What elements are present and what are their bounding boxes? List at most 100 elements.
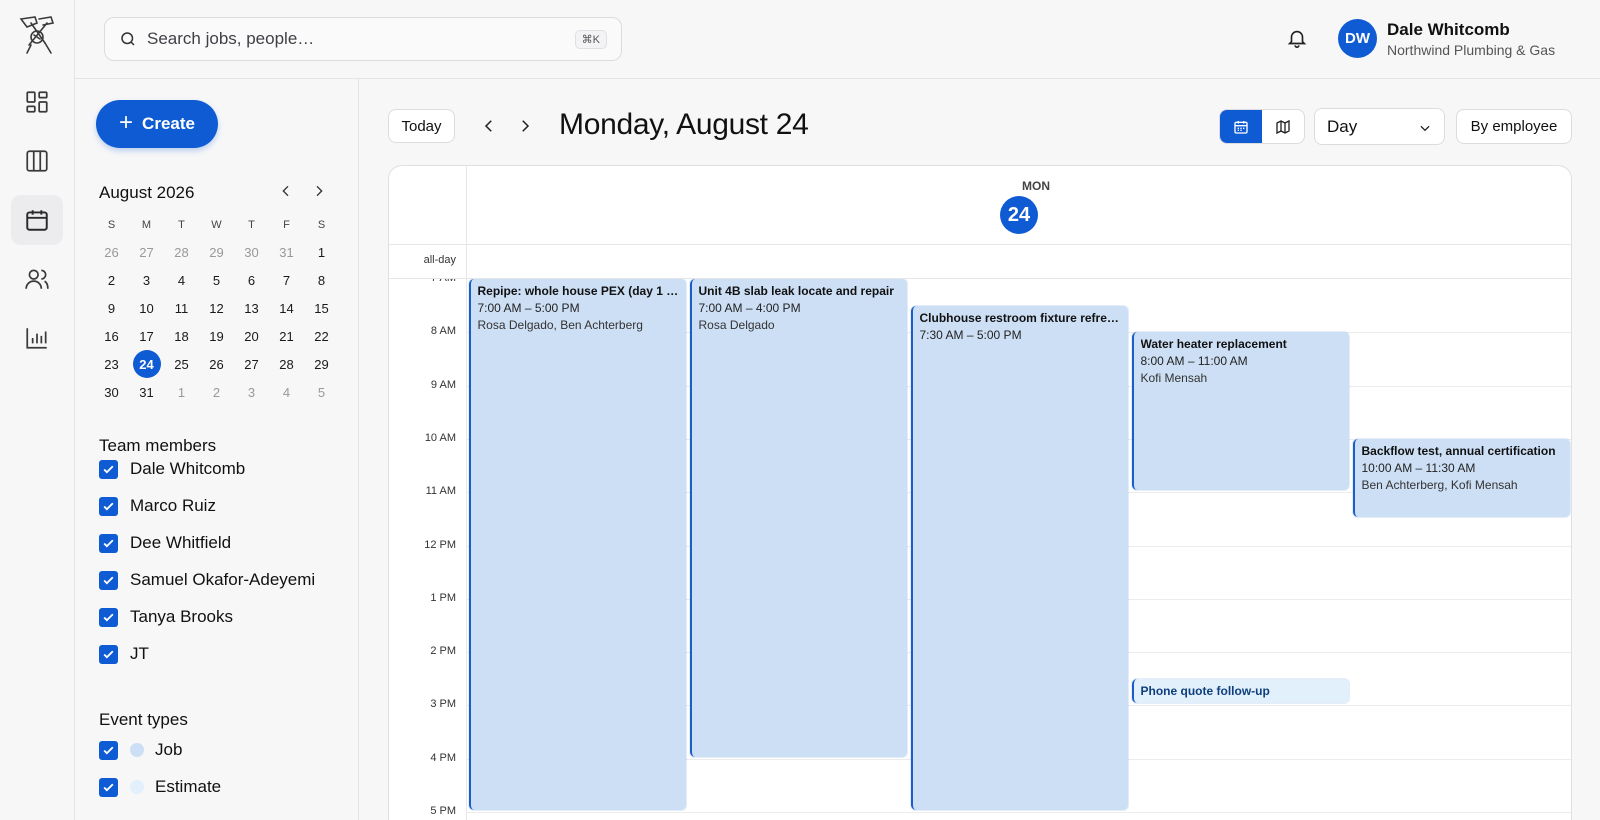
mini-calendar-day[interactable]: 4	[269, 378, 304, 406]
mini-calendar-day[interactable]: 3	[234, 378, 269, 406]
checkbox[interactable]	[99, 496, 118, 516]
mini-calendar-day[interactable]: 27	[234, 350, 269, 378]
mini-calendar-day[interactable]: 30	[234, 238, 269, 266]
mini-calendar-day[interactable]: 31	[129, 378, 164, 406]
mini-calendar-day[interactable]: 6	[234, 266, 269, 294]
notifications-button[interactable]	[1286, 27, 1308, 54]
mini-calendar-day[interactable]: 18	[164, 322, 199, 350]
checkbox[interactable]	[99, 777, 118, 797]
nav-board[interactable]	[11, 136, 63, 186]
job-event[interactable]: Repipe: whole house PEX (day 1 of 2) 7:00…	[468, 279, 686, 810]
by-employee-button[interactable]: By employee	[1456, 109, 1572, 144]
event-type-filter[interactable]: Estimate	[99, 777, 221, 797]
mini-calendar-day[interactable]: 22	[304, 322, 339, 350]
mini-calendar-day[interactable]: 1	[304, 238, 339, 266]
mini-calendar-day[interactable]: 15	[304, 294, 339, 322]
today-button[interactable]: Today	[388, 109, 455, 143]
mini-calendar-day-label: 16	[104, 328, 119, 344]
event-type-filter[interactable]: Job	[99, 740, 182, 760]
mini-calendar-day[interactable]: 20	[234, 322, 269, 350]
event-time: 8:00 AM – 11:00 AM	[1140, 354, 1248, 369]
mini-calendar-day-label: 10	[139, 300, 154, 316]
mini-calendar-day[interactable]: 28	[164, 238, 199, 266]
mini-calendar-day[interactable]: 14	[269, 294, 304, 322]
create-button[interactable]: + Create	[96, 100, 218, 148]
mini-calendar-day[interactable]: 16	[94, 322, 129, 350]
checkbox[interactable]	[99, 459, 118, 479]
day-number[interactable]: 24	[1000, 196, 1038, 234]
mini-calendar-day[interactable]: 21	[269, 322, 304, 350]
nav-dashboard[interactable]	[11, 77, 63, 127]
mini-calendar-day[interactable]: 8	[304, 266, 339, 294]
mini-calendar-day[interactable]: 17	[129, 322, 164, 350]
estimate-event[interactable]: Phone quote follow-up	[1131, 678, 1349, 704]
job-event[interactable]: Water heater replacement 8:00 AM – 11:00 …	[1131, 332, 1349, 491]
nav-calendar[interactable]	[11, 195, 63, 245]
mini-calendar-day[interactable]: 28	[269, 350, 304, 378]
mini-calendar-day-label: 22	[314, 328, 329, 344]
mini-calendar-day[interactable]: 30	[94, 378, 129, 406]
mini-calendar-day[interactable]: 29	[199, 238, 234, 266]
hour-label: 2 PM	[430, 645, 456, 658]
checkbox[interactable]	[99, 533, 118, 553]
mini-calendar-day[interactable]: 2	[199, 378, 234, 406]
mini-calendar-day-label: 24	[132, 350, 161, 378]
team-member-filter[interactable]: Marco Ruiz	[99, 496, 216, 516]
time-grid[interactable]: 7 AM 8 AM 9 AM 10 AM 11 AM 12 PM 1 PM 2 PM 3 PM 4…	[389, 279, 1571, 820]
mini-calendar-day[interactable]: 11	[164, 294, 199, 322]
view-select[interactable]: Day	[1314, 108, 1445, 145]
team-member-filter[interactable]: Samuel Okafor-Adeyemi	[99, 570, 315, 590]
checkbox[interactable]	[99, 570, 118, 590]
mini-calendar-day[interactable]: 3	[129, 266, 164, 294]
mini-calendar-day[interactable]: 13	[234, 294, 269, 322]
mini-next-month-button[interactable]	[311, 183, 327, 204]
mini-calendar-day[interactable]: 26	[199, 350, 234, 378]
mini-calendar-day[interactable]: 2	[94, 266, 129, 294]
mini-calendar-day[interactable]: 10	[129, 294, 164, 322]
job-event[interactable]: Unit 4B slab leak locate and repair 7:00 …	[689, 279, 907, 757]
mini-calendar-day[interactable]: 24	[129, 350, 164, 378]
create-label: Create	[142, 114, 195, 133]
mini-calendar-day[interactable]: 29	[304, 350, 339, 378]
mini-calendar-day[interactable]: 1	[164, 378, 199, 406]
mini-calendar-day[interactable]: 19	[199, 322, 234, 350]
job-event[interactable]: Clubhouse restroom fixture refresh 7:30 A…	[910, 305, 1128, 810]
mini-calendar-day[interactable]: 9	[94, 294, 129, 322]
team-member-filter[interactable]: Dee Whitfield	[99, 533, 231, 553]
map-view-button[interactable]	[1262, 110, 1304, 143]
team-member-filter[interactable]: Tanya Brooks	[99, 607, 233, 627]
checkbox[interactable]	[99, 607, 118, 627]
event-assignees: Rosa Delgado, Ben Achterberg	[477, 318, 643, 332]
checkbox[interactable]	[99, 644, 118, 664]
mini-calendar-day[interactable]: 27	[129, 238, 164, 266]
checkbox[interactable]	[99, 740, 118, 760]
mini-calendar-day[interactable]: 5	[304, 378, 339, 406]
mini-calendar-day[interactable]: 12	[199, 294, 234, 322]
mini-calendar-day[interactable]: 7	[269, 266, 304, 294]
job-event[interactable]: Backflow test, annual certification 10:00…	[1352, 438, 1570, 517]
mini-calendar-day-label: 17	[139, 328, 154, 344]
mini-calendar-day-label: 30	[104, 384, 119, 400]
nav-people[interactable]	[11, 254, 63, 304]
team-member-filter[interactable]: Dale Whitcomb	[99, 459, 245, 479]
mini-calendar-day[interactable]: 26	[94, 238, 129, 266]
mini-calendar-day[interactable]: 5	[199, 266, 234, 294]
mini-calendar-day[interactable]: 25	[164, 350, 199, 378]
calendar-view-button[interactable]	[1220, 110, 1262, 143]
search-input[interactable]: Search jobs, people… ⌘K	[104, 17, 622, 61]
team-member-filter[interactable]: JT	[99, 644, 149, 664]
mini-calendar-day[interactable]: 31	[269, 238, 304, 266]
mini-prev-month-button[interactable]	[278, 183, 294, 204]
nav-reports[interactable]	[11, 313, 63, 363]
next-day-button[interactable]	[516, 117, 534, 140]
team-member-name: Dee Whitfield	[130, 533, 232, 552]
mini-calendar-day[interactable]: 23	[94, 350, 129, 378]
event-time: 7:00 AM – 5:00 PM	[477, 301, 580, 315]
mini-calendar-day[interactable]: 4	[164, 266, 199, 294]
event-title: Repipe: whole house PEX (day 1 of 2)	[477, 284, 679, 298]
prev-day-button[interactable]	[480, 117, 498, 140]
company-logo[interactable]	[17, 13, 57, 57]
mini-calendar-day-label: 7	[282, 272, 291, 288]
avatar[interactable]: DW	[1338, 19, 1377, 58]
hour-label: 3 PM	[430, 698, 456, 711]
